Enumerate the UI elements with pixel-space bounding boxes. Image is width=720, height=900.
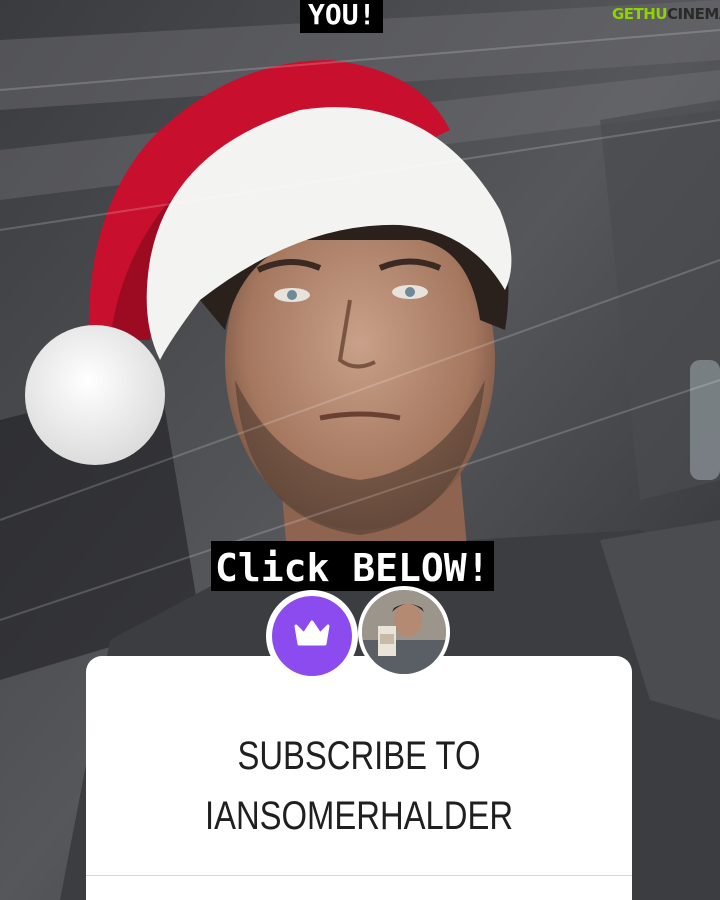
- subscribe-card[interactable]: SUBSCRIBE TO IANSOMERHALDER: [86, 656, 632, 900]
- watermark-logo: GETHUCINEMA: [612, 3, 720, 25]
- subscribe-line-2: IANSOMERHALDER: [204, 794, 514, 838]
- subscribe-card-divider: [86, 875, 632, 876]
- subscribe-badge-avatar[interactable]: [266, 590, 358, 682]
- subscribe-badge-circle: [272, 596, 352, 676]
- creator-avatar-image: [362, 590, 446, 674]
- watermark-part-a: GETHU: [612, 5, 668, 23]
- crown-icon: [294, 620, 330, 646]
- story-caption-click-below: Click BELOW!: [211, 541, 494, 591]
- subscribe-card-title: SUBSCRIBE TO IANSOMERHALDER: [135, 726, 583, 846]
- story-screen: YOU! GETHUCINEMA Click BELOW! SUBSCRIBE …: [0, 0, 720, 900]
- story-caption-you: YOU!: [300, 0, 384, 33]
- creator-avatar[interactable]: [358, 586, 450, 678]
- watermark-part-b: CINEMA: [667, 5, 720, 23]
- creator-avatar-photo: [362, 590, 446, 674]
- subscribe-line-1: SUBSCRIBE TO: [237, 734, 481, 778]
